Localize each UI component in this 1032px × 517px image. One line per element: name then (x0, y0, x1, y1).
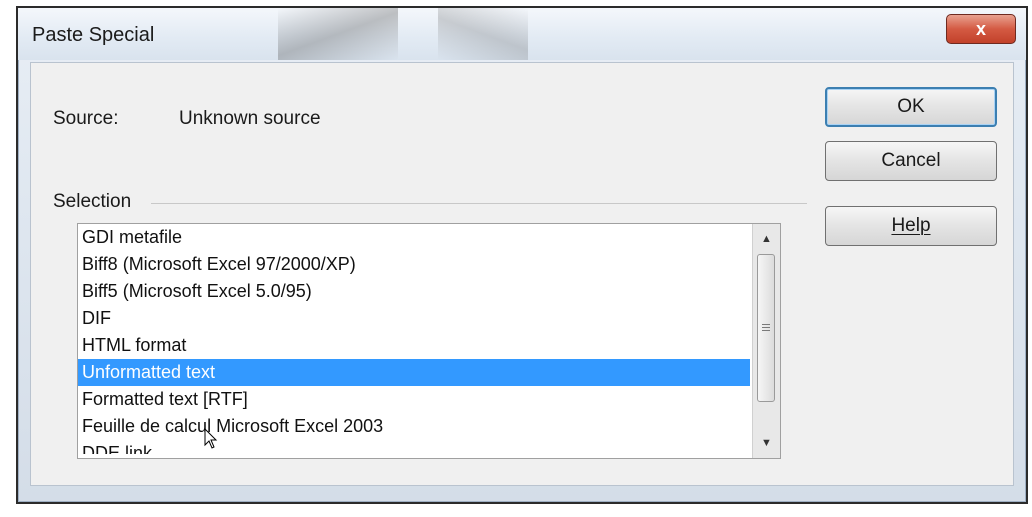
source-value: Unknown source (179, 108, 321, 129)
list-item-biff5[interactable]: Biff5 (Microsoft Excel 5.0/95) (78, 278, 750, 305)
grip-icon (762, 324, 770, 332)
list-scrollbar[interactable]: ▲ ▼ (752, 224, 780, 458)
selection-group-divider (151, 203, 807, 204)
selection-group-label: Selection (53, 191, 138, 213)
ok-button[interactable]: OK (825, 87, 997, 127)
close-icon: x (975, 18, 986, 39)
dialog-title: Paste Special (32, 24, 155, 46)
source-label: Source: (53, 108, 119, 129)
list-item-formatted-text-rtf[interactable]: Formatted text [RTF] (78, 386, 750, 413)
list-item-biff8[interactable]: Biff8 (Microsoft Excel 97/2000/XP) (78, 251, 750, 278)
format-list: GDI metafile Biff8 (Microsoft Excel 97/2… (78, 224, 750, 454)
help-button[interactable]: Help (825, 206, 997, 246)
list-item-unformatted-text[interactable]: Unformatted text (78, 359, 750, 386)
list-item-excel-2003[interactable]: Feuille de calcul Microsoft Excel 2003 (78, 413, 750, 440)
list-item-html-format[interactable]: HTML format (78, 332, 750, 359)
scroll-thumb[interactable] (757, 254, 775, 402)
titlebar-glass-reflection-2 (438, 8, 528, 60)
titlebar-glass-reflection (278, 8, 398, 60)
arrow-up-icon[interactable]: ▲ (753, 226, 780, 252)
cancel-button[interactable]: Cancel (825, 141, 997, 181)
help-button-label: Help (891, 215, 931, 236)
format-listbox[interactable]: GDI metafile Biff8 (Microsoft Excel 97/2… (77, 223, 781, 459)
paste-special-dialog: Paste Special x Source: Unknown source S… (16, 6, 1028, 504)
list-item-gdi-metafile[interactable]: GDI metafile (78, 224, 750, 251)
dialog-body: Source: Unknown source Selection GDI met… (30, 62, 1014, 486)
title-bar: Paste Special x (18, 8, 1026, 60)
list-item-dif[interactable]: DIF (78, 305, 750, 332)
close-button[interactable]: x (946, 14, 1016, 44)
list-item-dde-link[interactable]: DDE link (78, 440, 750, 454)
arrow-down-icon[interactable]: ▼ (753, 430, 780, 456)
mouse-pointer-icon (204, 428, 218, 449)
